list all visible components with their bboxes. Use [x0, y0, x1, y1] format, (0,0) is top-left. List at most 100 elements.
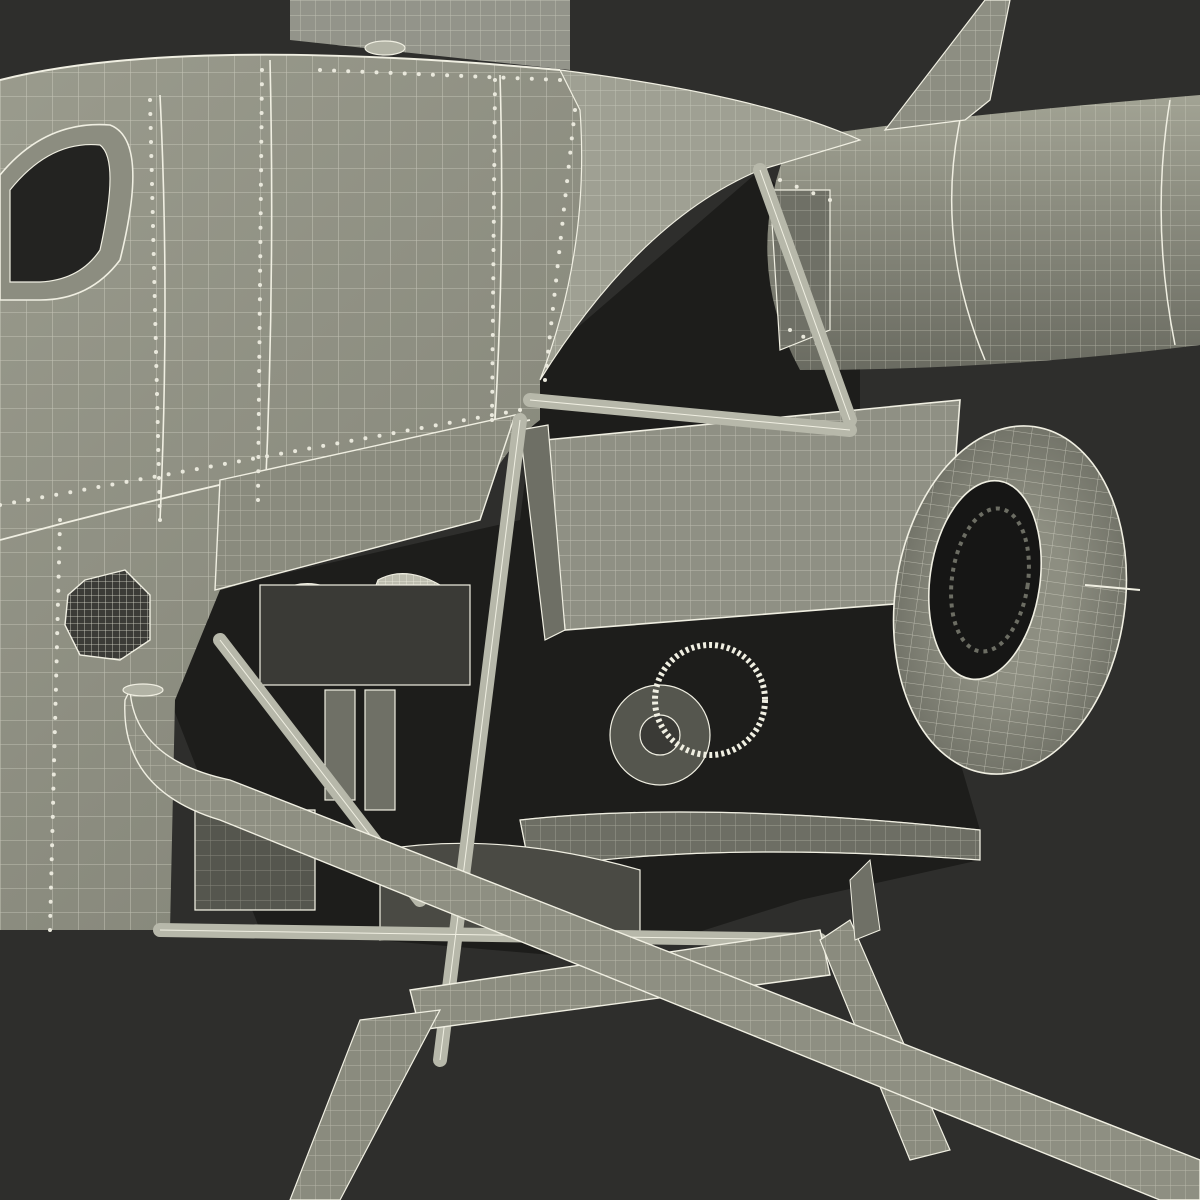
rivet — [156, 462, 161, 466]
rivet — [55, 617, 60, 621]
rivet — [194, 467, 199, 472]
rivet — [828, 198, 832, 202]
rivet — [52, 730, 57, 735]
rivet — [491, 276, 496, 281]
rivet — [566, 164, 571, 169]
rivet — [491, 262, 496, 267]
rivet — [430, 72, 435, 77]
rivet — [82, 487, 87, 492]
rivet — [251, 456, 255, 461]
rivet — [475, 415, 480, 420]
render-viewport — [0, 0, 1200, 1200]
rivet — [490, 418, 494, 422]
rivet — [501, 75, 506, 80]
rivet — [49, 871, 54, 876]
rivet — [490, 389, 495, 394]
rivet — [388, 70, 393, 75]
rivet — [377, 433, 382, 438]
rivet — [565, 179, 570, 184]
rivet — [155, 420, 160, 424]
rivet — [158, 518, 162, 522]
rivet — [487, 75, 492, 80]
rivet — [258, 197, 263, 201]
rivet — [256, 426, 261, 431]
rivet — [560, 221, 565, 226]
rivet — [53, 687, 58, 692]
rivet — [52, 744, 57, 749]
rivet — [256, 397, 261, 402]
rivet — [259, 139, 264, 144]
rivet — [794, 184, 799, 189]
rivet — [257, 326, 262, 330]
rivet — [57, 546, 62, 551]
rivet — [157, 504, 162, 508]
rivet — [153, 336, 158, 340]
rivet — [258, 268, 263, 273]
rivet — [529, 76, 534, 81]
rivet — [491, 233, 496, 238]
rivet — [257, 369, 262, 373]
rivet — [258, 283, 262, 287]
rivet — [307, 446, 312, 451]
rivet — [543, 378, 547, 382]
rivet — [57, 532, 62, 537]
rivet — [51, 772, 56, 777]
rivet — [555, 264, 560, 269]
rivet — [148, 126, 153, 130]
rivet — [49, 857, 54, 862]
rivet — [55, 631, 60, 636]
rivet — [492, 177, 497, 182]
rivet — [491, 205, 496, 210]
rivet — [402, 71, 407, 76]
rivet — [543, 77, 548, 82]
rivet — [503, 410, 508, 415]
rivet — [346, 69, 351, 74]
rivet — [151, 252, 156, 256]
rivet — [778, 178, 782, 182]
rivet — [151, 224, 155, 228]
rivet — [153, 322, 158, 326]
rivet — [492, 163, 497, 167]
rivet — [491, 219, 496, 224]
rivet — [554, 278, 559, 283]
rivet — [558, 235, 563, 240]
rivet — [561, 207, 566, 212]
rivet — [563, 193, 568, 198]
rivet — [155, 392, 159, 396]
rivet — [56, 588, 61, 593]
rivet — [48, 928, 52, 932]
rivet — [332, 68, 337, 73]
rivet — [491, 304, 495, 309]
rivet — [155, 406, 160, 410]
rivet — [52, 758, 57, 763]
rivet — [124, 479, 129, 484]
rivet — [493, 78, 497, 82]
rivet — [259, 82, 264, 87]
rivet — [208, 464, 213, 469]
rivet — [547, 335, 552, 340]
rivet — [148, 98, 152, 102]
rivet — [153, 308, 157, 312]
rivet — [156, 434, 160, 438]
rivet — [259, 154, 264, 158]
rivet — [50, 843, 55, 848]
rivet — [491, 290, 496, 295]
rivet — [571, 122, 576, 127]
rivet — [459, 73, 464, 78]
rivet — [157, 476, 161, 480]
rivet — [321, 443, 326, 448]
rivet — [55, 602, 60, 607]
rivet — [57, 560, 61, 565]
rivet — [419, 426, 424, 430]
rivet — [416, 72, 421, 77]
rivet — [166, 472, 171, 477]
rivet — [549, 321, 554, 326]
rivet — [260, 68, 264, 72]
rivet — [349, 438, 354, 443]
rivet — [152, 294, 157, 298]
rivet — [259, 168, 264, 173]
rivet — [54, 492, 59, 497]
rivet — [256, 469, 261, 474]
rivet — [258, 211, 263, 216]
rivet — [489, 413, 494, 418]
